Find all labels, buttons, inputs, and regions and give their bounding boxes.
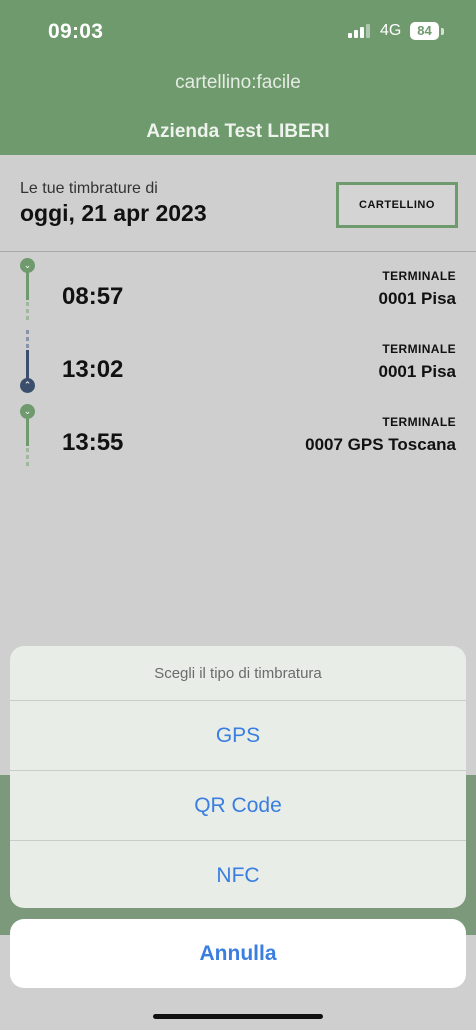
action-sheet-title: Scegli il tipo di timbratura: [10, 646, 466, 701]
terminal-label: TERMINALE: [382, 342, 456, 356]
entry-time: 13:55: [62, 429, 124, 456]
divider: [0, 251, 476, 252]
cancel-button[interactable]: Annulla: [10, 919, 466, 988]
option-nfc-button[interactable]: NFC: [10, 841, 466, 908]
terminal-label: TERMINALE: [382, 415, 456, 429]
option-qr-code-button[interactable]: QR Code: [10, 771, 466, 841]
terminal-label: TERMINALE: [382, 269, 456, 283]
home-indicator[interactable]: [153, 1014, 323, 1019]
battery-tip: [441, 28, 444, 35]
day-date: oggi, 21 apr 2023: [20, 200, 207, 226]
status-bar: 09:03 4G 84: [0, 0, 476, 62]
timbratura-row[interactable]: 08:57 TERMINALE 0001 Pisa: [0, 253, 476, 323]
status-time: 09:03: [48, 20, 104, 43]
timbratura-row[interactable]: 13:55 TERMINALE 0007 GPS Toscana: [0, 399, 476, 469]
app-title: cartellino:facile: [175, 72, 301, 93]
terminal-name: 0001 Pisa: [378, 362, 456, 381]
day-label: Le tue timbrature di: [20, 180, 158, 197]
company-name: Azienda Test LIBERI: [146, 121, 330, 142]
terminal-name: 0007 GPS Toscana: [305, 435, 456, 454]
network-type: 4G: [380, 22, 402, 39]
action-sheet: Scegli il tipo di timbratura GPS QR Code…: [10, 646, 466, 908]
entry-time: 13:02: [62, 356, 124, 383]
entry-time: 08:57: [62, 283, 124, 310]
option-gps-button[interactable]: GPS: [10, 701, 466, 771]
signal-icon: [348, 24, 372, 38]
app-header: 09:03 4G 84 cartellino:facile Azienda Te…: [0, 0, 476, 155]
battery-icon: 84: [410, 22, 439, 40]
cartellino-button[interactable]: CARTELLINO: [336, 182, 458, 228]
timbratura-row[interactable]: 13:02 TERMINALE 0001 Pisa: [0, 326, 476, 396]
terminal-name: 0001 Pisa: [378, 289, 456, 308]
